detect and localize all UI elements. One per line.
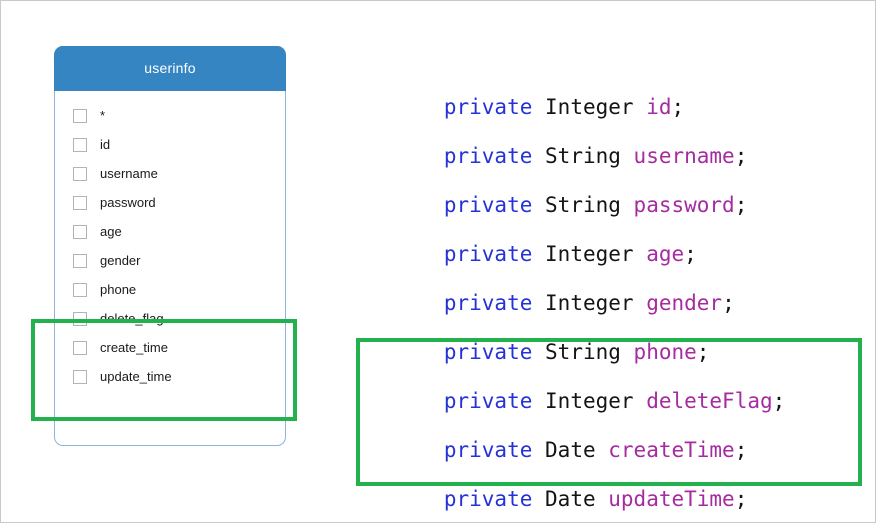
code-identifier: password bbox=[633, 193, 735, 217]
code-type: String bbox=[545, 193, 621, 217]
code-terminator: ; bbox=[734, 193, 748, 217]
field-label: username bbox=[100, 166, 158, 181]
code-identifier: phone bbox=[633, 340, 697, 364]
field-label: phone bbox=[100, 282, 137, 297]
code-terminator: ; bbox=[734, 487, 748, 511]
field-checkbox[interactable] bbox=[73, 224, 87, 239]
userinfo-table-panel: userinfo * id username password age gend… bbox=[54, 46, 286, 446]
field-label: age bbox=[100, 224, 122, 239]
code-terminator: ; bbox=[772, 389, 786, 413]
code-keyword: private bbox=[443, 487, 533, 511]
code-type: String bbox=[545, 144, 621, 168]
field-checkbox[interactable] bbox=[73, 137, 87, 152]
code-keyword: private bbox=[443, 95, 533, 119]
field-row-age[interactable]: age bbox=[55, 217, 285, 246]
field-checkbox[interactable] bbox=[73, 253, 87, 268]
field-row-delete-flag[interactable]: delete_flag bbox=[55, 304, 285, 333]
field-row-password[interactable]: password bbox=[55, 188, 285, 217]
field-row-create-time[interactable]: create_time bbox=[55, 333, 285, 362]
field-checkbox[interactable] bbox=[73, 108, 87, 123]
code-type: Integer bbox=[545, 242, 634, 266]
field-checkbox[interactable] bbox=[73, 311, 87, 326]
field-label: create_time bbox=[100, 340, 168, 355]
code-keyword: private bbox=[443, 438, 533, 462]
field-checkbox[interactable] bbox=[73, 166, 87, 181]
field-row-asterisk[interactable]: * bbox=[55, 101, 285, 130]
field-row-gender[interactable]: gender bbox=[55, 246, 285, 275]
code-terminator: ; bbox=[734, 144, 748, 168]
table-panel-title: userinfo bbox=[54, 46, 286, 91]
field-checkbox[interactable] bbox=[73, 282, 87, 297]
code-identifier: username bbox=[633, 144, 735, 168]
field-row-username[interactable]: username bbox=[55, 159, 285, 188]
code-keyword: private bbox=[443, 389, 533, 413]
code-type: Integer bbox=[545, 95, 634, 119]
code-type: Integer bbox=[545, 291, 634, 315]
field-label: gender bbox=[100, 253, 141, 268]
screenshot-canvas: userinfo * id username password age gend… bbox=[0, 0, 876, 523]
code-type: String bbox=[545, 340, 621, 364]
code-identifier: age bbox=[646, 242, 685, 266]
code-identifier: deleteFlag bbox=[646, 389, 773, 413]
field-label: password bbox=[100, 195, 156, 210]
field-label: id bbox=[100, 137, 111, 152]
code-identifier: updateTime bbox=[608, 487, 735, 511]
field-checkbox[interactable] bbox=[73, 340, 87, 355]
field-label: * bbox=[100, 108, 106, 123]
code-identifier: createTime bbox=[608, 438, 735, 462]
field-label: update_time bbox=[100, 369, 172, 384]
code-terminator: ; bbox=[684, 242, 697, 266]
code-terminator: ; bbox=[722, 291, 735, 315]
code-keyword: private bbox=[443, 340, 533, 364]
code-identifier: id bbox=[646, 95, 672, 119]
code-type: Date bbox=[545, 487, 596, 511]
code-terminator: ; bbox=[696, 340, 710, 364]
field-checkbox[interactable] bbox=[73, 195, 87, 210]
code-keyword: private bbox=[443, 242, 533, 266]
field-row-id[interactable]: id bbox=[55, 130, 285, 159]
field-label: delete_flag bbox=[100, 311, 164, 326]
code-identifier: gender bbox=[646, 291, 723, 315]
code-keyword: private bbox=[443, 193, 533, 217]
code-keyword: private bbox=[443, 291, 533, 315]
code-terminator: ; bbox=[671, 95, 685, 119]
field-row-update-time[interactable]: update_time bbox=[55, 362, 285, 391]
code-type: Integer bbox=[545, 389, 634, 413]
field-checkbox[interactable] bbox=[73, 369, 87, 384]
java-field-declarations: private Integer id; private String usern… bbox=[368, 34, 868, 511]
code-type: Date bbox=[545, 438, 596, 462]
code-line-id: private Integer id; bbox=[368, 34, 868, 119]
field-row-phone[interactable]: phone bbox=[55, 275, 285, 304]
code-terminator: ; bbox=[734, 438, 748, 462]
field-checkbox-list: * id username password age gender phone … bbox=[55, 92, 285, 391]
code-keyword: private bbox=[443, 144, 533, 168]
